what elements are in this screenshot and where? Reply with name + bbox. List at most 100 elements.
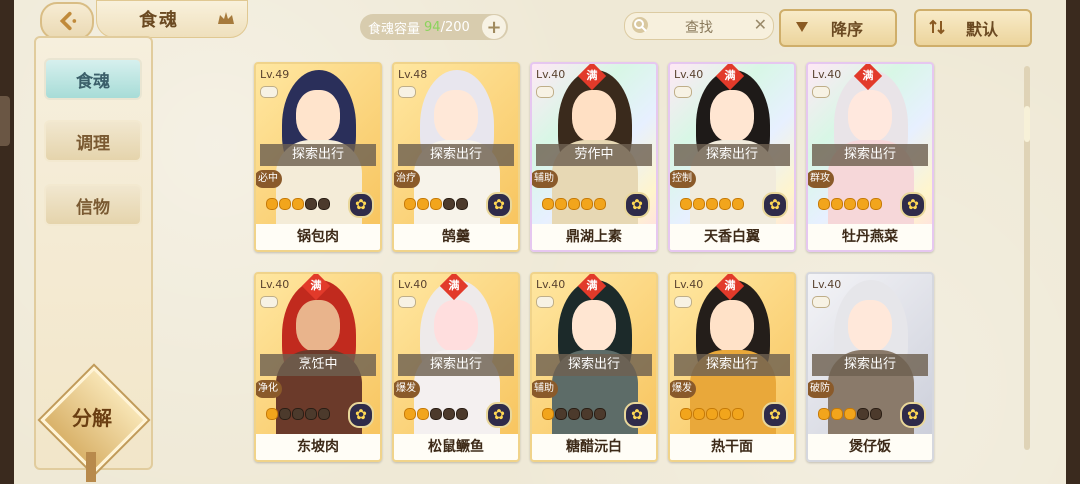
flower-icon: ✿ xyxy=(348,192,374,218)
level-label: Lv.48 xyxy=(398,68,428,81)
lock-toggle[interactable] xyxy=(536,296,554,308)
star-rating xyxy=(680,408,744,420)
flower-icon: ✿ xyxy=(486,402,512,428)
portrait-face xyxy=(848,90,892,142)
star-rating xyxy=(266,408,330,420)
star-icon xyxy=(719,198,731,210)
food-soul-card[interactable]: Lv.40 满 探索出行 群攻 ✿ 牡丹燕菜 xyxy=(806,62,934,252)
character-name: 鹄羹 xyxy=(394,224,518,250)
lock-toggle[interactable] xyxy=(812,296,830,308)
scrollbar-thumb[interactable] xyxy=(1024,106,1030,142)
decompose-label: 分解 xyxy=(72,406,112,430)
star-icon xyxy=(404,408,416,420)
star-icon xyxy=(693,408,705,420)
level-label: Lv.40 xyxy=(674,278,704,291)
level-label: Lv.40 xyxy=(398,278,428,291)
star-icon xyxy=(857,198,869,210)
add-capacity-button[interactable]: + xyxy=(482,15,506,39)
star-icon xyxy=(318,198,330,210)
star-icon xyxy=(680,198,692,210)
max-badge-text: 满 xyxy=(586,69,598,82)
sort-order-label: 降序 xyxy=(831,20,864,39)
star-icon xyxy=(594,408,606,420)
star-rating xyxy=(542,408,606,420)
food-soul-card[interactable]: Lv.40 满 探索出行 爆发 ✿ 热干面 xyxy=(668,272,796,462)
star-icon xyxy=(732,408,744,420)
sort-order-button[interactable]: 降序 xyxy=(779,9,897,47)
clear-search-button[interactable]: ✕ xyxy=(754,15,767,34)
star-icon xyxy=(456,408,468,420)
food-soul-card[interactable]: Lv.40 满 探索出行 辅助 ✿ 糖醋沅白 xyxy=(530,272,658,462)
side-tab-tokens[interactable]: 信物 xyxy=(44,184,142,226)
star-icon xyxy=(732,198,744,210)
star-icon xyxy=(542,408,554,420)
decompose-stand xyxy=(86,452,96,482)
food-soul-card[interactable]: Lv.40 满 劳作中 辅助 ✿ 鼎湖上素 xyxy=(530,62,658,252)
lock-toggle[interactable] xyxy=(674,296,692,308)
activity-status: 探索出行 xyxy=(536,354,652,376)
food-soul-card[interactable]: Lv.40 探索出行 破防 ✿ 煲仔饭 xyxy=(806,272,934,462)
activity-status: 探索出行 xyxy=(260,144,376,166)
side-tab-cooking[interactable]: 调理 xyxy=(44,120,142,162)
star-icon xyxy=(581,198,593,210)
character-name: 东坡肉 xyxy=(256,434,380,460)
max-badge-text: 满 xyxy=(724,69,736,82)
search-input[interactable]: 查找 xyxy=(685,17,713,37)
lock-toggle[interactable] xyxy=(260,86,278,98)
lock-toggle[interactable] xyxy=(812,86,830,98)
portrait-face xyxy=(434,90,478,142)
activity-status: 探索出行 xyxy=(674,354,790,376)
portrait-face xyxy=(296,300,340,352)
max-badge-text: 满 xyxy=(586,279,598,292)
side-tab-food-soul[interactable]: 食魂 xyxy=(44,58,142,100)
portrait-face xyxy=(434,300,478,352)
food-soul-card[interactable]: Lv.49 探索出行 必中 ✿ 锅包肉 xyxy=(254,62,382,252)
page-title-tab: 食魂 xyxy=(96,0,248,38)
lock-toggle[interactable] xyxy=(674,86,692,98)
star-icon xyxy=(266,198,278,210)
character-name: 锅包肉 xyxy=(256,224,380,250)
max-badge-text: 满 xyxy=(448,279,460,292)
star-icon xyxy=(542,198,554,210)
side-tab-label: 调理 xyxy=(76,133,110,154)
lock-toggle[interactable] xyxy=(536,86,554,98)
character-name: 糖醋沅白 xyxy=(532,434,656,460)
lock-toggle[interactable] xyxy=(398,86,416,98)
activity-status: 探索出行 xyxy=(812,354,928,376)
food-soul-card[interactable]: Lv.40 满 探索出行 控制 ✿ 天香白翼 xyxy=(668,62,796,252)
lock-toggle[interactable] xyxy=(260,296,278,308)
star-icon xyxy=(568,408,580,420)
activity-status: 探索出行 xyxy=(674,144,790,166)
star-icon xyxy=(719,408,731,420)
search-box[interactable]: 查找 ✕ xyxy=(624,12,774,40)
flower-icon: ✿ xyxy=(762,402,788,428)
star-icon xyxy=(417,408,429,420)
star-icon xyxy=(818,198,830,210)
level-label: Lv.40 xyxy=(536,278,566,291)
star-icon xyxy=(318,408,330,420)
crown-icon[interactable] xyxy=(217,10,235,26)
activity-status: 探索出行 xyxy=(812,144,928,166)
character-name: 鼎湖上素 xyxy=(532,224,656,250)
back-button[interactable] xyxy=(40,2,94,40)
character-name: 煲仔饭 xyxy=(808,434,932,460)
lock-toggle[interactable] xyxy=(398,296,416,308)
character-name: 牡丹燕菜 xyxy=(808,224,932,250)
star-icon xyxy=(870,408,882,420)
star-icon xyxy=(430,198,442,210)
side-tab-label: 信物 xyxy=(76,197,110,218)
portrait-face xyxy=(296,90,340,142)
activity-status: 探索出行 xyxy=(398,354,514,376)
sort-mode-button[interactable]: 默认 xyxy=(914,9,1032,47)
star-icon xyxy=(456,198,468,210)
role-badge: 必中 xyxy=(256,170,282,188)
food-soul-card[interactable]: Lv.40 满 探索出行 爆发 ✿ 松鼠鳜鱼 xyxy=(392,272,520,462)
food-soul-card[interactable]: Lv.48 探索出行 治疗 ✿ 鹄羹 xyxy=(392,62,520,252)
capacity-current: 94 xyxy=(424,19,441,35)
role-badge: 治疗 xyxy=(394,170,420,188)
flower-icon: ✿ xyxy=(900,192,926,218)
role-badge: 群攻 xyxy=(808,170,834,188)
food-soul-card[interactable]: Lv.40 满 烹饪中 净化 ✿ 东坡肉 xyxy=(254,272,382,462)
flower-icon: ✿ xyxy=(762,192,788,218)
star-rating xyxy=(818,198,882,210)
